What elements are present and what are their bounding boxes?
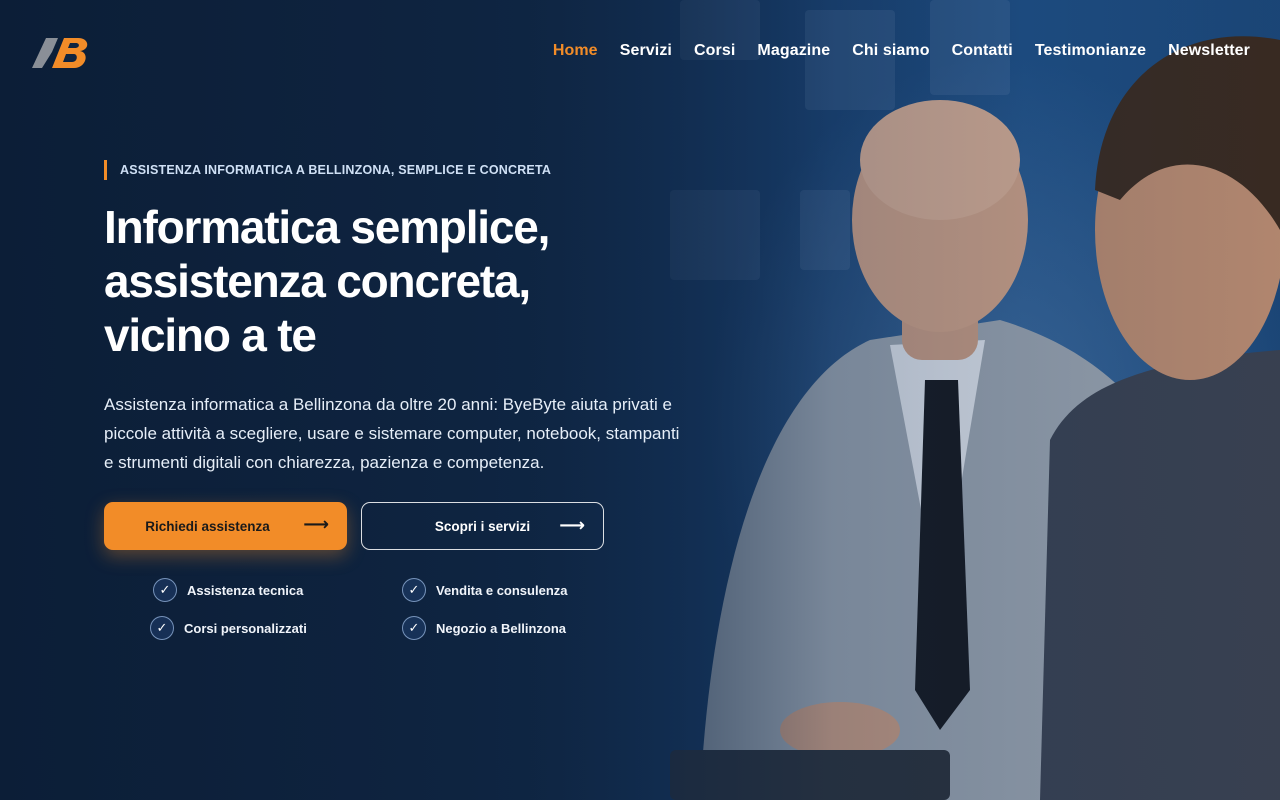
arrow-right-icon: ⟶ [559, 515, 585, 535]
arrow-right-icon: ⟶ [303, 514, 329, 534]
headline-line: assistenza concreta, [104, 255, 531, 307]
nav-item-corsi[interactable]: Corsi [694, 42, 735, 60]
button-label: Scopri i servizi [434, 518, 531, 534]
feature-label: Corsi personalizzati [184, 620, 307, 636]
main-nav: Home Servizi Corsi Magazine Chi siamo Co… [553, 42, 1250, 60]
nav-item-testimonianze[interactable]: Testimonianze [1035, 42, 1146, 60]
nav-item-home[interactable]: Home [553, 42, 598, 60]
byebyte-logo-icon[interactable] [28, 32, 92, 72]
button-label: Richiedi assistenza [145, 518, 270, 534]
nav-item-servizi[interactable]: Servizi [620, 42, 672, 60]
nav-item-contatti[interactable]: Contatti [952, 42, 1013, 60]
feature-label: Assistenza tecnica [187, 582, 304, 598]
feature-item: ✓ Assistenza tecnica [153, 578, 303, 602]
nav-item-newsletter[interactable]: Newsletter [1168, 42, 1250, 60]
headline-line: Informatica semplice, [104, 201, 550, 253]
feature-label: Vendita e consulenza [436, 582, 568, 598]
hero-description: Assistenza informatica a Bellinzona da o… [104, 395, 680, 472]
check-icon: ✓ [150, 616, 174, 640]
nav-item-magazine[interactable]: Magazine [757, 42, 830, 60]
check-icon: ✓ [402, 616, 426, 640]
discover-services-button[interactable]: Scopri i servizi ⟶ [361, 502, 604, 550]
check-icon: ✓ [402, 578, 426, 602]
hero-headline: Informatica semplice, assistenza concret… [104, 200, 664, 362]
check-icon: ✓ [153, 578, 177, 602]
feature-label: Negozio a Bellinzona [436, 620, 567, 636]
feature-item: ✓ Negozio a Bellinzona [402, 616, 566, 640]
nav-item-chi-siamo[interactable]: Chi siamo [852, 42, 929, 60]
request-assistance-button[interactable]: Richiedi assistenza ⟶ [104, 502, 347, 550]
feature-item: ✓ Vendita e consulenza [402, 578, 568, 602]
hero-eyebrow: ASSISTENZA INFORMATICA A BELLINZONA, SEM… [104, 160, 551, 180]
headline-line: vicino a te [104, 309, 317, 361]
feature-item: ✓ Corsi personalizzati [150, 616, 307, 640]
